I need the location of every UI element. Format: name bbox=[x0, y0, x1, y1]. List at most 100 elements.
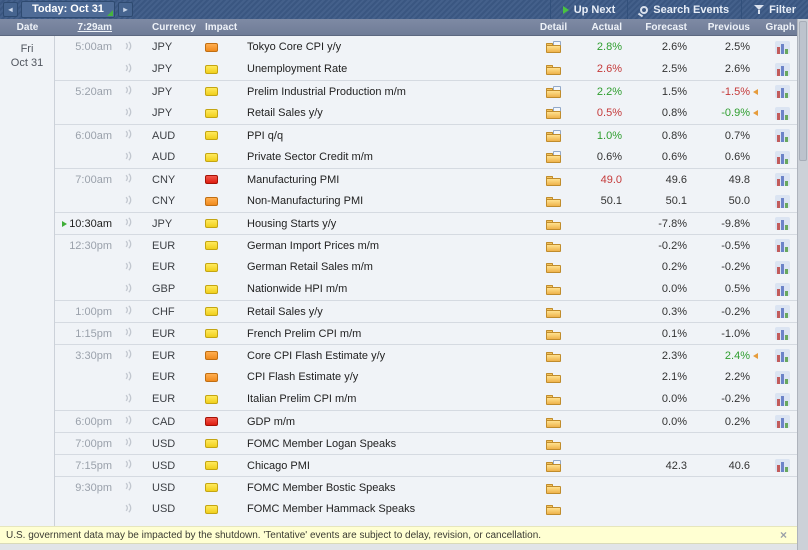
event-row: EUR German Retail Sales m/m 0.2% -0.2% bbox=[55, 256, 797, 278]
event-title-link[interactable]: Manufacturing PMI bbox=[247, 174, 527, 186]
detail-folder-icon[interactable] bbox=[546, 218, 561, 230]
graph-icon[interactable] bbox=[775, 393, 790, 406]
event-title-link[interactable]: CPI Flash Estimate y/y bbox=[247, 371, 527, 383]
impact-icon bbox=[205, 43, 218, 52]
impact-cell bbox=[194, 417, 247, 426]
graph-icon[interactable] bbox=[775, 261, 790, 274]
up-next-button[interactable]: Up Next bbox=[550, 0, 628, 19]
event-title-link[interactable]: Housing Starts y/y bbox=[247, 218, 527, 230]
graph-icon[interactable] bbox=[775, 283, 790, 296]
detail-folder-icon[interactable] bbox=[546, 416, 561, 428]
alert-speaker-icon bbox=[112, 437, 142, 450]
graph-icon[interactable] bbox=[775, 305, 790, 318]
graph-icon[interactable] bbox=[775, 151, 790, 164]
detail-folder-icon[interactable] bbox=[546, 107, 561, 119]
impact-icon bbox=[205, 461, 218, 470]
event-title-link[interactable]: PPI q/q bbox=[247, 130, 527, 142]
event-title-link[interactable]: Private Sector Credit m/m bbox=[247, 151, 527, 163]
graph-icon[interactable] bbox=[775, 107, 790, 120]
col-graph: Graph bbox=[764, 22, 797, 33]
graph-icon[interactable] bbox=[775, 459, 790, 472]
graph-cell bbox=[764, 349, 797, 362]
graph-icon[interactable] bbox=[775, 85, 790, 98]
search-events-button[interactable]: Search Events bbox=[627, 0, 741, 19]
event-title-link[interactable]: Retail Sales y/y bbox=[247, 107, 527, 119]
graph-icon[interactable] bbox=[775, 129, 790, 142]
graph-icon[interactable] bbox=[775, 173, 790, 186]
detail-folder-icon[interactable] bbox=[546, 261, 561, 273]
event-title-link[interactable]: Tokyo Core CPI y/y bbox=[247, 41, 527, 53]
alert-speaker-icon bbox=[112, 129, 142, 142]
graph-icon[interactable] bbox=[775, 371, 790, 384]
revision-cell bbox=[750, 89, 764, 95]
event-title-link[interactable]: Italian Prelim CPI m/m bbox=[247, 393, 527, 405]
event-title-link[interactable]: Retail Sales y/y bbox=[247, 306, 527, 318]
detail-folder-icon[interactable] bbox=[546, 151, 561, 163]
event-title-link[interactable]: Chicago PMI bbox=[247, 460, 527, 472]
event-title-link[interactable]: FOMC Member Hammack Speaks bbox=[247, 503, 527, 515]
event-title-link[interactable]: Core CPI Flash Estimate y/y bbox=[247, 350, 527, 362]
detail-folder-icon[interactable] bbox=[546, 174, 561, 186]
event-title-link[interactable]: Unemployment Rate bbox=[247, 63, 527, 75]
event-title-link[interactable]: Non-Manufacturing PMI bbox=[247, 195, 527, 207]
detail-folder-icon[interactable] bbox=[546, 195, 561, 207]
close-icon[interactable]: × bbox=[780, 528, 791, 542]
graph-icon[interactable] bbox=[775, 415, 790, 428]
impact-cell bbox=[194, 153, 247, 162]
impact-icon bbox=[205, 373, 218, 382]
detail-cell bbox=[527, 350, 580, 362]
detail-cell bbox=[527, 174, 580, 186]
event-title-link[interactable]: Nationwide HPI m/m bbox=[247, 283, 527, 295]
vertical-scrollbar[interactable] bbox=[797, 19, 808, 550]
prev-day-button[interactable]: ◂ bbox=[3, 2, 18, 17]
event-title-link[interactable]: German Retail Sales m/m bbox=[247, 261, 527, 273]
detail-folder-icon[interactable] bbox=[546, 460, 561, 472]
graph-icon[interactable] bbox=[775, 41, 790, 54]
graph-icon[interactable] bbox=[775, 63, 790, 76]
event-currency: JPY bbox=[142, 86, 194, 98]
impact-cell bbox=[194, 461, 247, 470]
event-currency: EUR bbox=[142, 261, 194, 273]
graph-icon[interactable] bbox=[775, 349, 790, 362]
detail-folder-icon[interactable] bbox=[546, 86, 561, 98]
current-time-link[interactable]: 7:29am bbox=[55, 22, 112, 33]
event-title-link[interactable]: FOMC Member Bostic Speaks bbox=[247, 482, 527, 494]
event-title-link[interactable]: FOMC Member Logan Speaks bbox=[247, 438, 527, 450]
detail-folder-icon[interactable] bbox=[546, 503, 561, 515]
actual-value: 2.6% bbox=[580, 63, 622, 75]
graph-icon[interactable] bbox=[775, 217, 790, 230]
detail-folder-icon[interactable] bbox=[546, 306, 561, 318]
detail-folder-icon[interactable] bbox=[546, 240, 561, 252]
detail-folder-icon[interactable] bbox=[546, 41, 561, 53]
graph-icon[interactable] bbox=[775, 195, 790, 208]
graph-cell bbox=[764, 437, 797, 450]
event-time: 5:20am bbox=[55, 86, 112, 98]
detail-folder-icon[interactable] bbox=[546, 350, 561, 362]
previous-value: 49.8 bbox=[687, 174, 750, 186]
graph-cell bbox=[764, 129, 797, 142]
graph-icon[interactable] bbox=[775, 327, 790, 340]
detail-folder-icon[interactable] bbox=[546, 393, 561, 405]
impact-icon bbox=[205, 65, 218, 74]
detail-folder-icon[interactable] bbox=[546, 130, 561, 142]
event-time: 9:30pm bbox=[55, 482, 112, 494]
event-title-link[interactable]: French Prelim CPI m/m bbox=[247, 328, 527, 340]
impact-icon bbox=[205, 219, 218, 228]
today-button[interactable]: Today: Oct 31 bbox=[21, 1, 115, 18]
revision-marker-icon bbox=[753, 353, 758, 359]
event-title-link[interactable]: Prelim Industrial Production m/m bbox=[247, 86, 527, 98]
forecast-value: 2.5% bbox=[622, 63, 687, 75]
next-day-button[interactable]: ▸ bbox=[118, 2, 133, 17]
event-title-link[interactable]: German Import Prices m/m bbox=[247, 240, 527, 252]
event-title-link[interactable]: GDP m/m bbox=[247, 416, 527, 428]
detail-folder-icon[interactable] bbox=[546, 63, 561, 75]
detail-folder-icon[interactable] bbox=[546, 283, 561, 295]
detail-folder-icon[interactable] bbox=[546, 438, 561, 450]
scrollbar-thumb[interactable] bbox=[799, 21, 807, 161]
detail-folder-icon[interactable] bbox=[546, 328, 561, 340]
alert-speaker-icon bbox=[112, 305, 142, 318]
filter-button[interactable]: Filter bbox=[741, 0, 808, 19]
detail-folder-icon[interactable] bbox=[546, 371, 561, 383]
graph-icon[interactable] bbox=[775, 239, 790, 252]
detail-folder-icon[interactable] bbox=[546, 482, 561, 494]
